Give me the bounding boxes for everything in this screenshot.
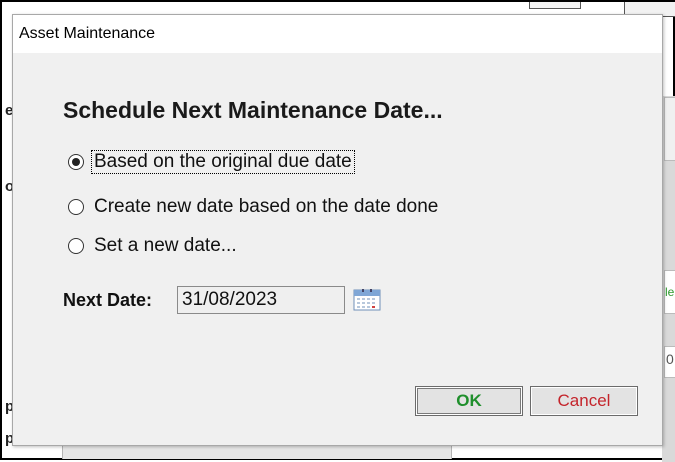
ok-button[interactable]: OK xyxy=(415,386,523,416)
radio-button[interactable] xyxy=(68,199,84,215)
option-label[interactable]: Based on the original due date xyxy=(91,150,355,174)
radio-button[interactable] xyxy=(68,238,84,254)
next-date-label: Next Date: xyxy=(63,290,153,310)
radio-button-checked[interactable] xyxy=(68,154,84,170)
cancel-button[interactable]: Cancel xyxy=(530,386,638,416)
dialog-title: Asset Maintenance xyxy=(19,25,156,42)
dialog-titlebar[interactable]: Asset Maintenance xyxy=(13,15,662,53)
next-date-input[interactable] xyxy=(177,286,345,314)
option-label[interactable]: Create new date based on the date done xyxy=(92,196,440,218)
option-label[interactable]: Set a new date... xyxy=(92,235,239,257)
background-toolbar-button xyxy=(529,2,581,9)
background-green-text: le xyxy=(665,285,675,299)
dialog-heading: Schedule Next Maintenance Date... xyxy=(63,97,443,123)
calendar-icon[interactable] xyxy=(353,289,381,311)
background-zero-text: 0 xyxy=(666,351,674,367)
asset-maintenance-dialog: Asset Maintenance Schedule Next Maintena… xyxy=(12,14,663,446)
background-field xyxy=(664,97,675,161)
